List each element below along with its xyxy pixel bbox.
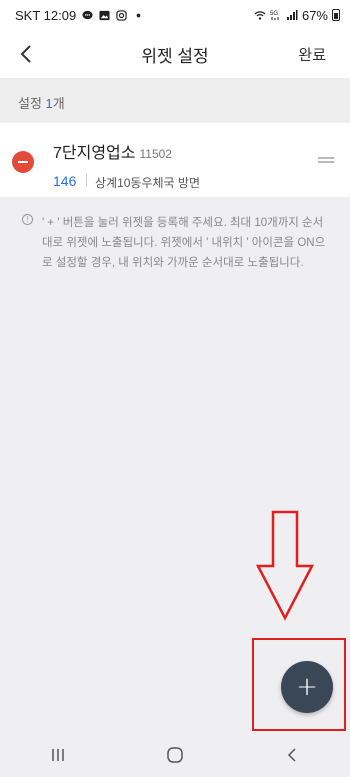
route-divider — [86, 174, 87, 186]
signal-icon — [286, 10, 298, 20]
stop-name-line: 7단지영업소 11502 — [53, 139, 172, 163]
system-nav-bar — [0, 732, 350, 777]
dot-icon — [136, 13, 141, 17]
done-button[interactable]: 완료 — [298, 44, 326, 65]
status-right: 5G 67% — [254, 8, 340, 23]
annotation-arrow-icon — [255, 510, 315, 621]
stop-id: 11502 — [139, 147, 172, 161]
chat-icon — [82, 10, 93, 19]
status-time: SKT 12:09 — [15, 7, 77, 23]
drag-handle-icon[interactable] — [318, 157, 334, 165]
5g-icon: 5G — [270, 11, 279, 20]
back-button[interactable] — [12, 40, 40, 68]
count-number: 1 — [45, 96, 53, 111]
battery-icon — [332, 9, 340, 21]
chevron-left-icon — [20, 45, 31, 63]
image-icon — [99, 10, 110, 20]
home-icon — [167, 746, 183, 763]
route-direction: 상계10동우체국 방면 — [95, 176, 201, 190]
count-unit: 개 — [52, 96, 65, 111]
recent-apps-button[interactable] — [28, 735, 88, 775]
status-bar: SKT 12:09 5G 67% — [0, 0, 350, 30]
minus-icon — [18, 161, 28, 163]
recent-apps-icon — [52, 748, 65, 761]
home-button[interactable] — [145, 735, 205, 775]
notice-text-block: ! ' + ' 버튼을 눌러 위젯을 등록해 주세요. 최대 10개까지 순서대… — [0, 197, 350, 273]
instagram-icon — [116, 9, 127, 21]
app-bar: 위젯 설정 완료 — [0, 30, 350, 78]
system-back-button[interactable] — [262, 735, 322, 775]
widget-list-item: 7단지영업소 11502 146 상계10동우체국 방면 — [0, 123, 350, 197]
route-number: 146 — [53, 173, 77, 189]
notice-text: ' + ' 버튼을 눌러 위젯을 등록해 주세요. 최대 10개까지 순서대로 … — [42, 217, 326, 269]
wifi-calling-icon — [254, 11, 266, 20]
remove-button[interactable] — [12, 151, 34, 173]
stop-name: 7단지영업소 — [53, 145, 136, 162]
back-icon — [287, 747, 296, 762]
battery-percent: 67% — [301, 7, 328, 23]
info-icon: ! — [22, 214, 33, 225]
add-widget-button[interactable]: + — [281, 661, 333, 713]
plus-icon: + — [296, 672, 318, 702]
count-label: 설정 — [18, 96, 42, 111]
widget-count: 설정 1개 — [0, 78, 350, 123]
svg-text:5G: 5G — [270, 11, 278, 17]
page-title: 위젯 설정 — [141, 46, 209, 66]
status-left: SKT 12:09 — [15, 8, 144, 23]
